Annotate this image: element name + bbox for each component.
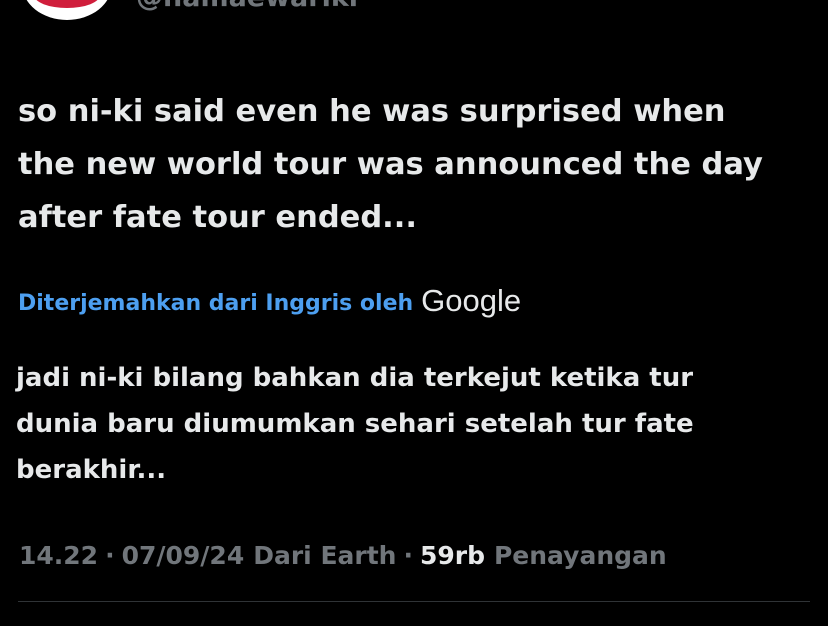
translated-text-line: dunia baru diumumkan sehari setelah tur … bbox=[16, 409, 694, 439]
views-count[interactable]: 59rb bbox=[420, 541, 485, 570]
tweet-text-line: the new world tour was announced the day bbox=[18, 147, 763, 182]
translated-text-line: jadi ni-ki bilang bahkan dia terkejut ke… bbox=[16, 363, 694, 393]
translation-attribution[interactable]: Diterjemahkan dari Inggris oleh Google bbox=[18, 283, 521, 323]
avatar[interactable] bbox=[22, 0, 112, 20]
meta-separator: · bbox=[403, 540, 413, 570]
tweet-text-line: so ni-ki said even he was surprised when bbox=[18, 94, 726, 129]
divider bbox=[18, 601, 810, 602]
meta-separator: · bbox=[105, 540, 115, 570]
tweet-meta: 14.22 · 07/09/24 Dari Earth · 59rb Penay… bbox=[19, 534, 667, 576]
avatar-artwork bbox=[34, 0, 100, 8]
tweet-text-line: after fate tour ended... bbox=[18, 200, 417, 235]
author-handle[interactable]: @namaewariki bbox=[136, 0, 358, 13]
google-logo: Google bbox=[421, 283, 522, 318]
views-label[interactable]: Penayangan bbox=[494, 541, 667, 570]
tweet-text: so ni-ki said even he was surprised when… bbox=[18, 85, 818, 244]
tweet-time[interactable]: 14.22 bbox=[19, 541, 98, 570]
translated-text: jadi ni-ki bilang bahkan dia terkejut ke… bbox=[16, 355, 816, 493]
translated-text-line: berakhir... bbox=[16, 455, 167, 485]
translated-by-link[interactable]: Diterjemahkan dari Inggris oleh bbox=[18, 291, 413, 316]
tweet-source: Dari Earth bbox=[253, 540, 397, 570]
tweet-date[interactable]: 07/09/24 bbox=[122, 541, 245, 570]
